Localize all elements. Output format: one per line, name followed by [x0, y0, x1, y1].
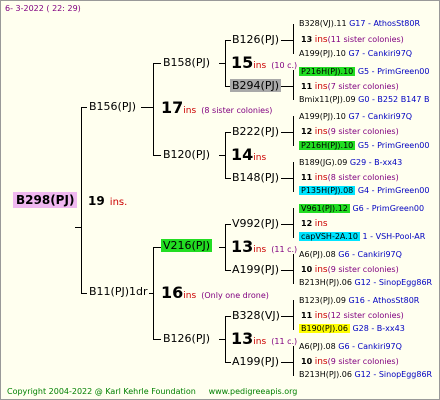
connector [293, 116, 294, 146]
gen3-node[interactable]: V992(PJ) [232, 218, 279, 230]
gen4-ancestor[interactable]: A6(PJ).08 G6 - Cankiri97Q [299, 250, 402, 260]
pedigree-chart: 6- 3-2022 ( 22: 29) B298(PJ) 19 ins. B15… [0, 0, 440, 400]
gen2-inbreeding: 13ins (11 c.) [231, 237, 298, 256]
connector [281, 40, 293, 41]
site-link[interactable]: www.pedigreeapis.org [209, 387, 298, 396]
connector [225, 316, 231, 317]
gen3-node[interactable]: B126(PJ) [232, 34, 279, 46]
connector [153, 339, 161, 340]
connector [225, 316, 226, 362]
root-name[interactable]: B298(PJ) [13, 192, 78, 208]
copyright-text: Copyright 2004-2022 @ Karl Kehrle Founda… [7, 387, 196, 396]
connector [225, 40, 231, 41]
connector [141, 107, 153, 108]
gen3-node[interactable]: B148(PJ) [232, 172, 279, 184]
gen4-ancestor[interactable]: P135H(PJ).08 G4 - PrimGreen00 [299, 186, 429, 196]
gen3-node[interactable]: A199(PJ) [232, 356, 279, 368]
connector [219, 155, 225, 156]
gen2-inbreeding: 13ins (11 c.) [231, 329, 298, 348]
connector [281, 316, 293, 317]
connector [293, 162, 294, 192]
gen3-node[interactable]: A199(PJ) [232, 264, 279, 276]
gen4-ancestor[interactable]: B213H(PJ).06 G12 - SinopEgg86R [299, 370, 432, 380]
connector [153, 247, 161, 248]
gen4-ancestor[interactable]: V961(PJ).12 G6 - PrimGreen00 [299, 204, 424, 214]
root-ins: ins. [109, 197, 128, 208]
connector [219, 63, 225, 64]
gen4-ancestor[interactable]: P216H(PJ).10 G5 - PrimGreen00 [299, 67, 429, 77]
connector [225, 178, 231, 179]
gen2-inbreeding: 14ins [231, 145, 267, 164]
connector [219, 339, 225, 340]
gen3-node[interactable]: B222(PJ) [232, 126, 279, 138]
connector [149, 293, 153, 294]
gen4-inbreeding: 12 ins(9 sister colonies) [301, 127, 399, 137]
gen4-inbreeding: 13 ins(11 sister colonies) [301, 35, 404, 45]
connector [293, 300, 294, 330]
gen4-ancestor[interactable]: capVSH-2A.10 1 - VSH-Pool-AR [299, 232, 425, 242]
connector [293, 24, 294, 54]
gen4-ancestor[interactable]: A6(PJ).08 G6 - Cankiri97Q [299, 342, 402, 352]
connector [225, 132, 231, 133]
connector [293, 346, 294, 376]
connector [81, 293, 87, 294]
gen4-ancestor[interactable]: B123(PJ).09 G16 - AthosSt80R [299, 296, 419, 306]
root-num: 19 [88, 194, 105, 208]
connector [293, 254, 294, 284]
connector [219, 247, 225, 248]
connector [225, 224, 231, 225]
gen4-ancestor[interactable]: P216H(PJ).10 G5 - PrimGreen00 [299, 141, 429, 151]
gen1-inbreeding: 17ins (8 sister colonies) [161, 98, 273, 117]
gen2-node[interactable]: B120(PJ) [163, 149, 210, 161]
connector [225, 132, 226, 178]
connector [225, 362, 231, 363]
gen2-node[interactable]: B126(PJ) [163, 333, 210, 345]
connector [281, 270, 293, 271]
connector [153, 155, 161, 156]
gen4-ancestor[interactable]: B189(JG).09 G29 - B-xx43 [299, 158, 402, 168]
gen1-node[interactable]: B11(PJ)1dr [89, 286, 148, 298]
gen4-inbreeding: 12 ins [301, 219, 328, 229]
connector [281, 362, 293, 363]
connector [153, 63, 154, 155]
connector [225, 224, 226, 270]
gen4-inbreeding: 10 ins(9 sister colonies) [301, 265, 399, 275]
connector [281, 178, 293, 179]
connector [281, 224, 293, 225]
connector [81, 107, 82, 293]
gen2-node[interactable]: B158(PJ) [163, 57, 210, 69]
connector [293, 70, 294, 100]
gen4-inbreeding: 11 ins(12 sister colonies) [301, 311, 404, 321]
connector [153, 247, 154, 339]
connector [225, 40, 226, 86]
gen4-ancestor[interactable]: B328(VJ).11 G17 - AthosSt80R [299, 19, 420, 29]
gen4-inbreeding: 10 ins(9 sister colonies) [301, 357, 399, 367]
gen2-node[interactable]: V216(PJ) [161, 239, 212, 252]
connector [81, 107, 87, 108]
gen3-node[interactable]: B294(PJ) [230, 79, 282, 92]
gen3-node[interactable]: B328(VJ) [232, 310, 280, 322]
gen4-ancestor[interactable]: A199(PJ).10 G7 - Cankiri97Q [299, 49, 412, 59]
gen4-ancestor[interactable]: B213H(PJ).06 G12 - SinopEgg86R [299, 278, 432, 288]
gen2-inbreeding: 15ins (10 c.) [231, 53, 298, 72]
gen1-inbreeding: 16ins (Only one drone) [161, 283, 269, 302]
connector [153, 63, 161, 64]
connector [281, 86, 293, 87]
copyright-footer: Copyright 2004-2022 @ Karl Kehrle Founda… [7, 387, 297, 396]
gen4-inbreeding: 11 ins(8 sister colonies) [301, 173, 399, 183]
connector [281, 132, 293, 133]
connector [293, 208, 294, 238]
root-inbreeding: 19 ins. [88, 194, 127, 209]
date-header: 6- 3-2022 ( 22: 29) [5, 4, 81, 13]
gen4-ancestor[interactable]: B190(PJ).06 G28 - B-xx43 [299, 324, 405, 334]
gen4-ancestor[interactable]: A199(PJ).10 G7 - Cankiri97Q [299, 112, 412, 122]
root-queen[interactable]: B298(PJ) [13, 192, 78, 208]
gen4-ancestor[interactable]: Bmix11(PJ).09 G0 - B252 B147 B [299, 95, 429, 105]
gen4-inbreeding: 11 ins(7 sister colonies) [301, 82, 399, 92]
gen1-node[interactable]: B156(PJ) [89, 101, 136, 113]
connector [225, 270, 231, 271]
